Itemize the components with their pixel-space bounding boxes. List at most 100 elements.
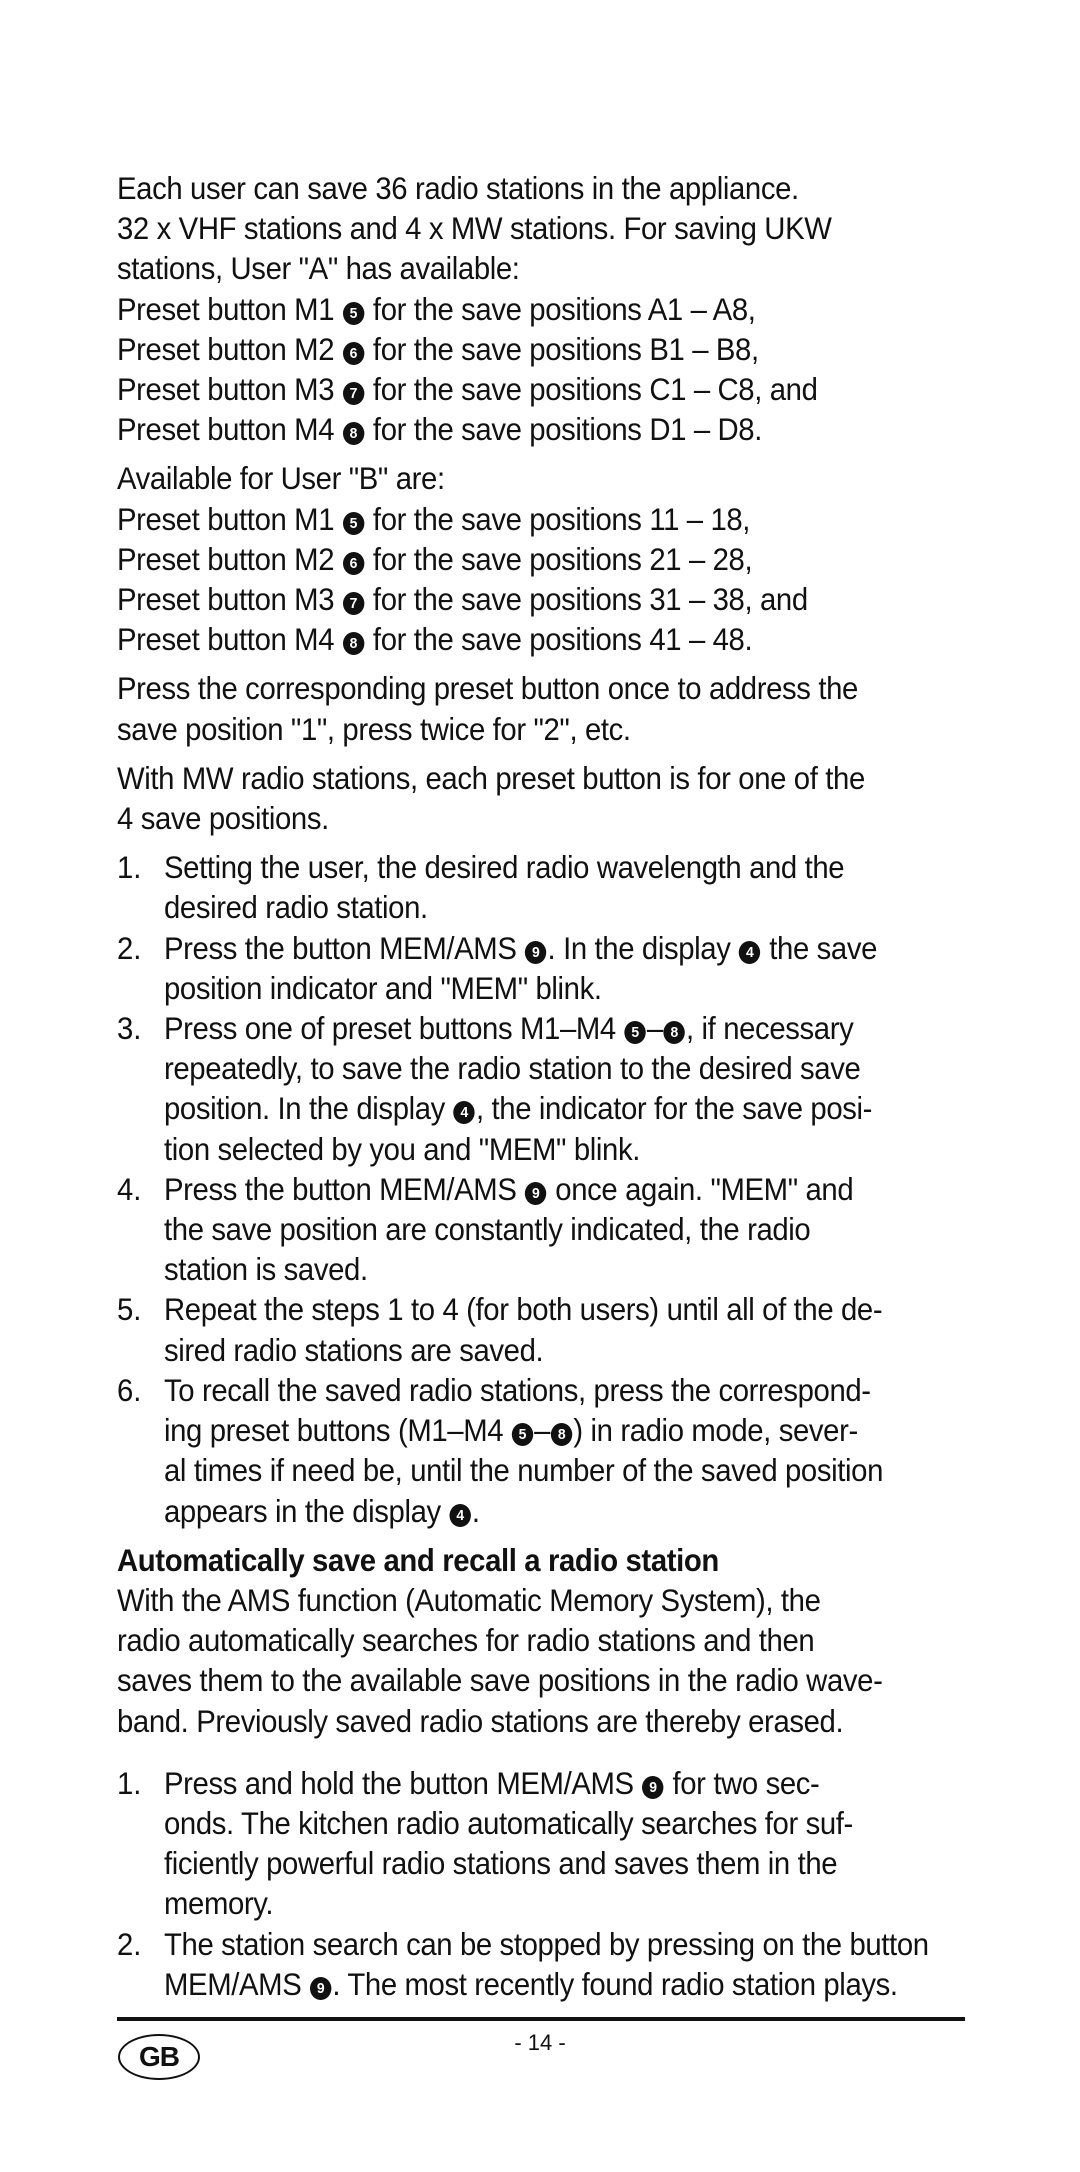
reference-number-icon: 6	[342, 341, 365, 365]
text-run: , the indicator for the save posi-	[475, 1090, 873, 1127]
preset-line: Preset button M2 6 for the save position…	[117, 329, 908, 369]
preset-button-label: Preset button M2	[117, 330, 342, 367]
page-number: - 14 -	[514, 2030, 566, 2055]
step-number: 2.	[117, 929, 142, 966]
text-run: desired radio station.	[164, 889, 428, 926]
preset-button-label: Preset button M2	[117, 540, 342, 577]
text-run: al times if need be, until the number of…	[164, 1452, 884, 1489]
step-line: Repeat the steps 1 to 4 (for both users)…	[164, 1289, 911, 1329]
preset-button-label: Preset button M1	[117, 290, 342, 327]
mw-note-paragraph: With MW radio stations, each preset butt…	[117, 758, 967, 838]
step-line: Press the button MEM/AMS 9. In the displ…	[164, 928, 911, 968]
reference-number-icon: 4	[449, 1503, 471, 1527]
step-line: position. In the display 4, the indicato…	[164, 1088, 911, 1128]
user-a-preset-list: Preset button M1 5 for the save position…	[117, 289, 967, 450]
preset-button-label: Preset button M1	[117, 500, 342, 537]
step-line: The station search can be stopped by pre…	[164, 1924, 929, 1964]
auto-intro-paragraph: With the AMS function (Automatic Memory …	[117, 1580, 967, 1741]
reference-number-icon: 9	[310, 1976, 332, 2000]
step-line: appears in the display 4.	[164, 1491, 911, 1531]
preset-positions: for the save positions 11 – 18,	[365, 500, 751, 537]
preset-positions: for the save positions D1 – D8.	[365, 411, 762, 448]
step-item: 1. Press and hold the button MEM/AMS 9 fo…	[117, 1763, 967, 1924]
step-line: sired radio stations are saved.	[164, 1330, 911, 1370]
text-run: Press one of preset buttons M1–M4	[164, 1010, 624, 1047]
step-item: 5. Repeat the steps 1 to 4 (for both user…	[117, 1289, 967, 1369]
step-line: station is saved.	[164, 1249, 911, 1289]
text-run: Setting the user, the desired radio wave…	[164, 849, 845, 886]
press-once-line: Press the corresponding preset button on…	[117, 670, 858, 707]
reference-number-icon: 9	[525, 940, 547, 964]
intro-paragraph: Each user can save 36 radio stations in …	[117, 168, 967, 449]
reference-number-icon: 5	[342, 511, 365, 535]
preset-button-label: Preset button M4	[117, 621, 342, 658]
user-b-paragraph: Available for User "B" are: Preset butto…	[117, 458, 967, 659]
reference-number-icon: 8	[663, 1021, 686, 1045]
user-b-intro: Available for User "B" are:	[117, 460, 445, 497]
manual-page: Each user can save 36 radio stations in …	[117, 168, 967, 2013]
step-number: 1.	[117, 849, 142, 886]
text-run: tion selected by you and "MEM" blink.	[164, 1130, 641, 1167]
text-run: memory.	[164, 1885, 274, 1922]
preset-button-label: Preset button M3	[117, 581, 342, 618]
text-run: .	[471, 1492, 480, 1529]
preset-line: Preset button M4 8 for the save position…	[117, 619, 908, 659]
text-run: The station search can be stopped by pre…	[164, 1925, 929, 1962]
text-run: repeatedly, to save the radio station to…	[164, 1050, 861, 1087]
text-run: Press the button MEM/AMS	[164, 1170, 525, 1207]
step-number: 1.	[117, 1764, 142, 1801]
preset-positions: for the save positions 41 – 48.	[365, 621, 753, 658]
step-line: Press and hold the button MEM/AMS 9 for …	[164, 1763, 911, 1803]
text-run: sired radio stations are saved.	[164, 1331, 544, 1368]
text-run: onds. The kitchen radio automatically se…	[164, 1804, 853, 1841]
text-run: To recall the saved radio stations, pres…	[164, 1371, 871, 1408]
text-run: once again. "MEM" and	[547, 1170, 854, 1207]
step-number: 5.	[117, 1291, 142, 1328]
preset-line: Preset button M3 7 for the save position…	[117, 579, 908, 619]
auto-intro-line: band. Previously saved radio stations ar…	[117, 1702, 844, 1739]
step-item: 4. Press the button MEM/AMS 9 once again.…	[117, 1169, 967, 1290]
text-run: Repeat the steps 1 to 4 (for both users)…	[164, 1291, 883, 1328]
reference-number-icon: 7	[342, 592, 365, 616]
step-number: 2.	[117, 1925, 142, 1962]
auto-intro-line: saves them to the available save positio…	[117, 1662, 883, 1699]
intro-line: stations, User "A" has available:	[117, 250, 520, 287]
step-item: 1. Setting the user, the desired radio wa…	[117, 847, 967, 927]
preset-line: Preset button M2 6 for the save position…	[117, 539, 908, 579]
preset-line: Preset button M1 5 for the save position…	[117, 499, 908, 539]
reference-number-icon: 9	[525, 1181, 547, 1205]
step-line: MEM/AMS 9. The most recently found radio…	[164, 1964, 911, 2004]
preset-positions: for the save positions A1 – A8,	[365, 290, 756, 327]
text-run: for two sec-	[664, 1764, 820, 1801]
text-run: the save	[761, 929, 878, 966]
step-item: 2. The station search can be stopped by p…	[117, 1924, 967, 2004]
step-line: position indicator and "MEM" blink.	[164, 968, 911, 1008]
step-line: al times if need be, until the number of…	[164, 1450, 911, 1490]
step-line: ing preset buttons (M1–M4 5–8) in radio …	[164, 1410, 911, 1450]
step-line: ficiently powerful radio stations and sa…	[164, 1843, 911, 1883]
reference-number-icon: 7	[342, 382, 365, 406]
auto-save-steps: 1. Press and hold the button MEM/AMS 9 fo…	[117, 1763, 967, 2004]
text-run: , if necessary	[686, 1010, 854, 1047]
mw-note-line: With MW radio stations, each preset butt…	[117, 759, 865, 796]
text-run: MEM/AMS	[164, 1965, 310, 2002]
preset-positions: for the save positions B1 – B8,	[365, 330, 759, 367]
press-once-paragraph: Press the corresponding preset button on…	[117, 668, 967, 748]
step-line: Setting the user, the desired radio wave…	[164, 847, 911, 887]
step-item: 2. Press the button MEM/AMS 9. In the dis…	[117, 928, 967, 1008]
text-run: station is saved.	[164, 1251, 368, 1288]
step-number: 3.	[117, 1010, 142, 1047]
reference-number-icon: 8	[342, 632, 365, 656]
text-run: Press the button MEM/AMS	[164, 929, 525, 966]
step-line: repeatedly, to save the radio station to…	[164, 1048, 911, 1088]
text-run: position indicator and "MEM" blink.	[164, 969, 602, 1006]
preset-positions: for the save positions 21 – 28,	[365, 540, 753, 577]
preset-button-label: Preset button M3	[117, 371, 342, 408]
text-run: ) in radio mode, sever-	[573, 1412, 858, 1449]
auto-intro-line: With the AMS function (Automatic Memory …	[117, 1581, 821, 1618]
reference-number-icon: 6	[342, 551, 365, 575]
step-line: desired radio station.	[164, 887, 911, 927]
press-once-line: save position "1", press twice for "2", …	[117, 710, 631, 747]
step-line: the save position are constantly indicat…	[164, 1209, 911, 1249]
reference-number-icon: 8	[342, 422, 365, 446]
